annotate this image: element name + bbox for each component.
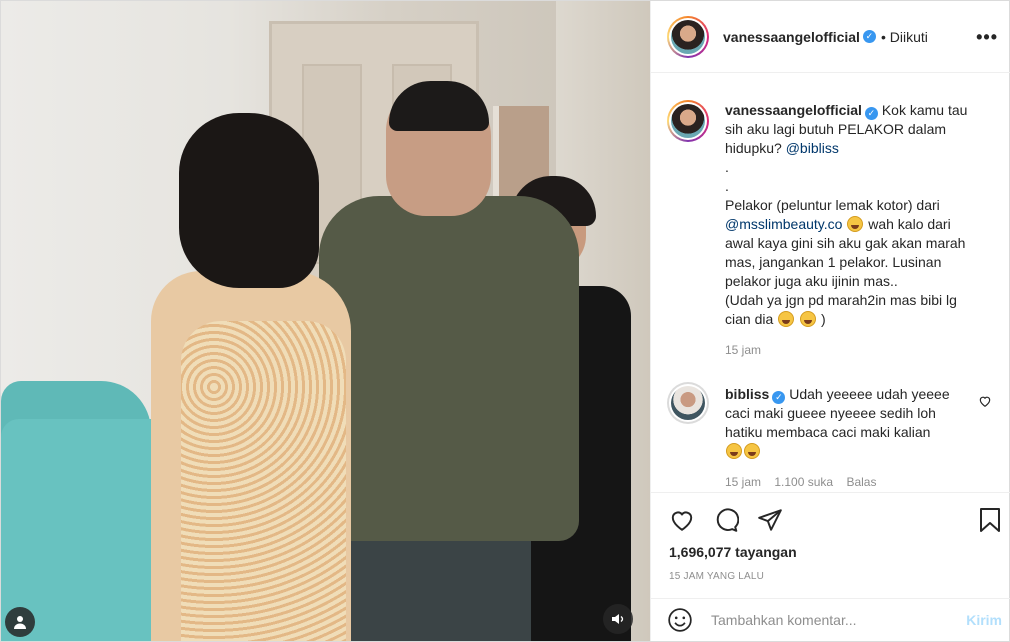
- save-button[interactable]: [975, 505, 1005, 535]
- reply-line: caci maki gueee nyeeee sedih loh: [725, 405, 936, 421]
- comment-button[interactable]: [711, 505, 741, 535]
- paper-plane-icon: [758, 509, 782, 531]
- verified-badge-icon: ✓: [772, 391, 786, 404]
- video-player[interactable]: [1, 1, 650, 641]
- post-actions: 1,696,077 tayangan 15 JAM YANG LALU: [651, 492, 1010, 592]
- post-time[interactable]: 15 JAM YANG LALU: [669, 571, 764, 582]
- caption-line: sih aku lagi butuh PELAKOR dalam: [725, 121, 947, 137]
- author-avatar[interactable]: [667, 15, 709, 58]
- caption-comment: vanessaangelofficial ✓ Kok kamu tau sih a…: [667, 90, 997, 360]
- comment-bubble-icon: [716, 508, 739, 532]
- reply-meta: 15 jam 1.100 suka Balas: [725, 473, 983, 492]
- verified-badge-icon: ✓: [862, 30, 876, 43]
- emoji-picker-icon[interactable]: [667, 607, 693, 633]
- tears-of-joy-emoji-icon: [744, 443, 760, 459]
- caption-line: mas, jangankan 1 pelakor. Lusinan: [725, 254, 942, 270]
- reply-avatar[interactable]: [667, 382, 709, 424]
- reply-text: bibliss ✓ Udah yeeeee udah yeeee caci mak…: [725, 372, 983, 492]
- pleading-face-emoji-icon: [847, 216, 864, 232]
- reply-comment: bibliss ✓ Udah yeeeee udah yeeee caci mak…: [667, 372, 997, 492]
- add-comment-bar: Tambahkan komentar... Kirim: [651, 598, 1010, 641]
- more-options-icon[interactable]: •••: [976, 27, 998, 48]
- tagged-users-button[interactable]: [5, 607, 35, 637]
- post-side-panel: vanessaangelofficial ✓ • Diikuti ••• van…: [650, 1, 1010, 641]
- audio-toggle-button[interactable]: [603, 604, 633, 634]
- tears-of-joy-emoji-icon: [726, 443, 742, 459]
- caption-username[interactable]: vanessaangelofficial: [725, 102, 862, 118]
- heart-icon: [671, 511, 693, 531]
- person-left-hair: [179, 113, 319, 288]
- caption-line: Pelakor (peluntur lemak kotor) dari: [725, 197, 940, 213]
- caption-meta: 15 jam: [725, 341, 983, 360]
- caption-avatar[interactable]: [667, 100, 709, 142]
- caption-line: pelakor juga aku ijinin mas..: [725, 273, 898, 289]
- tears-of-joy-emoji-icon: [778, 311, 795, 327]
- caption-line: .: [725, 159, 729, 175]
- caption-line: hidupku?: [725, 140, 782, 156]
- comment-input[interactable]: Tambahkan komentar...: [711, 612, 966, 628]
- caption-line: wah kalo dari: [868, 216, 951, 232]
- like-comment-heart-icon[interactable]: [978, 394, 992, 408]
- reply-line: hatiku membaca caci maki kalian: [725, 424, 931, 440]
- comments-section[interactable]: vanessaangelofficial ✓ Kok kamu tau sih a…: [651, 74, 1010, 492]
- caption-line: .: [725, 178, 729, 194]
- reply-time[interactable]: 15 jam: [725, 475, 761, 489]
- caption-line: cian dia: [725, 311, 774, 327]
- user-icon: [14, 616, 26, 629]
- post-header: vanessaangelofficial ✓ • Diikuti •••: [651, 1, 1010, 73]
- reply-line: Udah yeeeee udah yeeee: [789, 386, 950, 402]
- tears-of-joy-emoji-icon: [800, 311, 817, 327]
- person-middle-shirt: [319, 196, 579, 541]
- reply-likes[interactable]: 1.100 suka: [774, 475, 833, 489]
- speaker-icon: [612, 614, 624, 624]
- author-username[interactable]: vanessaangelofficial: [723, 29, 860, 45]
- verified-badge-icon: ✓: [864, 107, 878, 120]
- caption-text: vanessaangelofficial ✓ Kok kamu tau sih a…: [725, 90, 983, 360]
- mention-link[interactable]: @bibliss: [786, 140, 839, 156]
- bookmark-icon: [980, 508, 1000, 532]
- caption-line: ): [820, 311, 826, 327]
- caption-line: awal kaya gini sih aku gak akan marah: [725, 235, 966, 251]
- reply-button[interactable]: Balas: [846, 475, 876, 489]
- post-comment-button[interactable]: Kirim: [966, 612, 1002, 628]
- mention-link[interactable]: @msslimbeauty.co: [725, 216, 842, 232]
- caption-time[interactable]: 15 jam: [725, 343, 761, 357]
- view-count[interactable]: 1,696,077 tayangan: [669, 544, 797, 560]
- caption-line: (Udah ya jgn pd marah2in mas bibi lg: [725, 292, 957, 308]
- share-button[interactable]: [755, 505, 785, 535]
- like-button[interactable]: [667, 505, 697, 535]
- caption-line: Kok kamu tau: [881, 102, 968, 118]
- reply-username[interactable]: bibliss: [725, 386, 769, 402]
- person-left-dress: [181, 321, 346, 641]
- follow-status[interactable]: • Diikuti: [881, 29, 928, 45]
